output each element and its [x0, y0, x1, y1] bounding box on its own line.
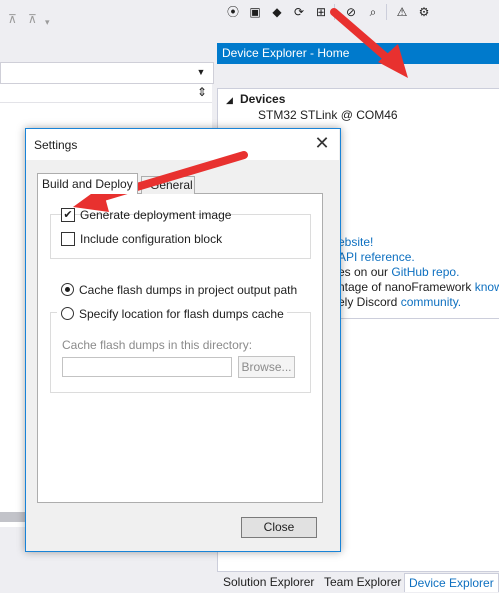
github-link[interactable]: GitHub repo.: [391, 265, 459, 279]
toolbar-separator: [386, 4, 387, 20]
expand-icon[interactable]: ⇕: [195, 85, 209, 101]
cache-in-output-radio[interactable]: [61, 283, 74, 296]
tab-device-explorer[interactable]: Device Explorer: [404, 573, 499, 592]
devices-header: Devices: [240, 92, 286, 106]
specify-location-radio[interactable]: [61, 307, 74, 320]
close-button[interactable]: Close: [241, 517, 317, 538]
gear-icon[interactable]: ⚙: [415, 4, 433, 20]
tab-general[interactable]: General: [141, 176, 195, 194]
toolbar-separator: [334, 4, 335, 20]
info-line-2: API reference.: [338, 250, 415, 264]
device-capabilities-icon[interactable]: ▣: [246, 4, 264, 20]
directory-label: Cache flash dumps in this directory:: [62, 338, 253, 352]
generate-deployment-image-checkbox[interactable]: ✔: [61, 208, 75, 222]
include-configuration-block-label: Include configuration block: [80, 232, 223, 246]
info-line-5: ely Discord community.: [338, 295, 461, 309]
directory-input[interactable]: [62, 357, 232, 377]
device-explorer-toolbar: [217, 64, 499, 89]
tab-solution-explorer[interactable]: Solution Explorer: [219, 573, 318, 591]
cache-in-output-label: Cache flash dumps in project output path: [79, 283, 298, 297]
website-link[interactable]: ebsite!: [338, 235, 373, 249]
browse-button[interactable]: Browse...: [238, 356, 295, 378]
pin-icon[interactable]: ⊼: [28, 12, 37, 26]
network-config-icon[interactable]: ⊞: [312, 4, 330, 20]
info-line-1: ebsite!: [338, 235, 373, 249]
specify-location-label: Specify location for flash dumps cache: [79, 307, 284, 321]
tab-team-explorer[interactable]: Team Explorer: [320, 573, 405, 591]
info-line-4: ntage of nanoFramework know: [338, 280, 499, 294]
reboot-icon[interactable]: ⟳: [290, 4, 308, 20]
info-text: ely Discord: [338, 295, 401, 309]
tab-build-and-deploy[interactable]: Build and Deploy: [37, 173, 138, 194]
api-reference-link[interactable]: API reference.: [338, 250, 415, 264]
erase-icon[interactable]: ◆: [268, 4, 286, 20]
knowledge-link[interactable]: know: [475, 280, 499, 294]
generate-deployment-image-label: Generate deployment image: [80, 208, 232, 222]
pin-icon[interactable]: ⊼: [8, 12, 17, 26]
disable-icon[interactable]: ⊘: [342, 4, 360, 20]
device-item[interactable]: STM32 STLink @ COM46: [258, 108, 398, 122]
collapse-icon[interactable]: ◢: [226, 95, 233, 106]
device-explorer-title-bar: Device Explorer - Home: [217, 43, 499, 64]
include-configuration-block-checkbox[interactable]: [61, 232, 75, 246]
device-explorer-title: Device Explorer - Home: [222, 46, 350, 60]
dialog-title: Settings: [34, 138, 78, 152]
ping-icon[interactable]: ⦿: [224, 4, 242, 20]
close-icon[interactable]: ✕: [312, 132, 332, 154]
chevron-down-icon[interactable]: ▼: [192, 64, 210, 80]
info-line-3: es on our GitHub repo.: [338, 265, 459, 279]
warning-icon[interactable]: ⚠: [393, 4, 411, 20]
info-text: es on our: [338, 265, 392, 279]
search-icon[interactable]: ⌕: [364, 4, 382, 20]
discord-link[interactable]: community.: [401, 295, 461, 309]
editor-combo[interactable]: [0, 62, 214, 84]
info-text: ntage of nanoFramework: [338, 280, 475, 294]
flash-dump-location-group: [50, 312, 311, 393]
dropdown-icon[interactable]: ▾: [45, 17, 50, 28]
editor-row: [0, 84, 212, 103]
